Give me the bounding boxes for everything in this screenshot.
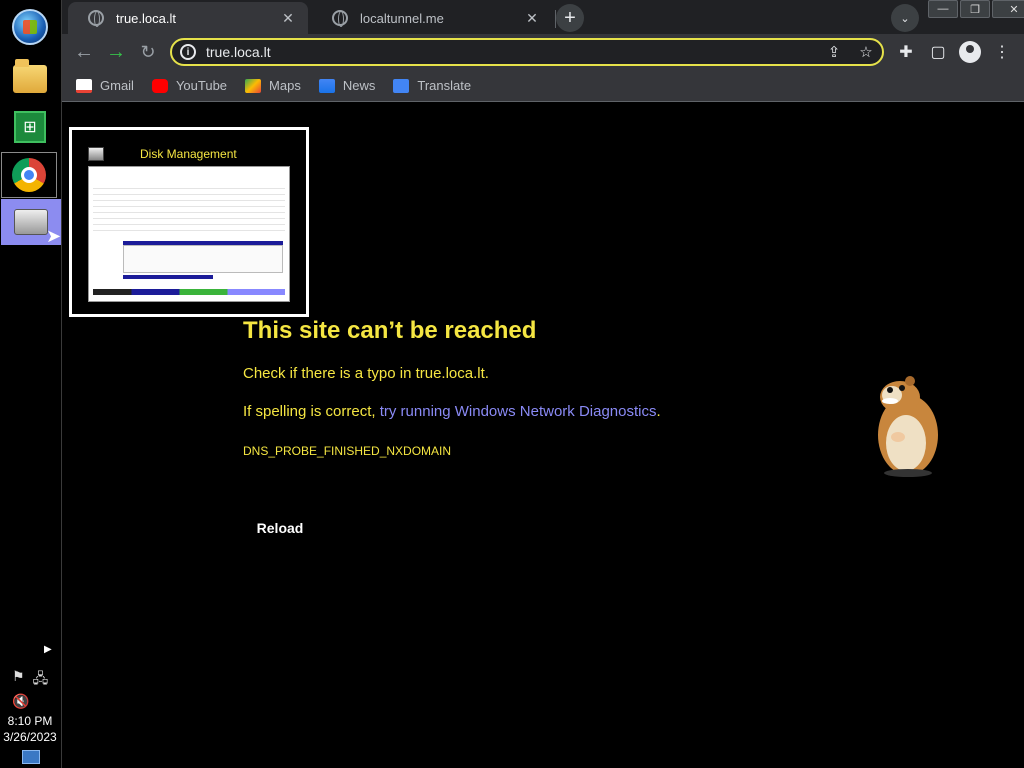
diagnostics-suffix: . — [656, 403, 661, 420]
taskbar-store[interactable]: ⊞ — [0, 104, 60, 150]
taskbar: ⊞ ➤ ▶ ⚑ 🖧 🔇 8:10 PM 3/26/2023 — [0, 0, 62, 768]
tab-true-loca-lt[interactable]: true.loca.lt ✕ — [68, 2, 308, 34]
globe-icon — [332, 10, 348, 27]
reload-page-button[interactable]: Reload — [245, 513, 315, 543]
youtube-icon — [151, 78, 168, 93]
volume-muted-icon[interactable]: 🔇 — [12, 693, 29, 710]
reload-icon: ↻ — [140, 41, 156, 62]
chrome-icon — [12, 158, 46, 192]
bookmarks-bar: Gmail YouTube Maps News Translate — [62, 70, 1024, 102]
back-button[interactable]: ← — [70, 38, 98, 66]
hamster-mascot-icon — [878, 376, 938, 477]
tab-close-icon[interactable]: ✕ — [524, 10, 540, 27]
show-desktop-button[interactable] — [22, 750, 40, 764]
translate-icon — [393, 78, 410, 93]
profile-avatar[interactable] — [959, 41, 981, 63]
action-center-flag-icon[interactable]: ⚑ — [12, 668, 25, 692]
gmail-icon — [76, 78, 92, 93]
side-panel-icon[interactable]: ▢ — [927, 42, 949, 62]
network-diagnostics-link[interactable]: try running Windows Network Diagnostics — [380, 403, 657, 420]
disk-icon — [14, 209, 48, 235]
site-info-icon[interactable]: i — [180, 44, 196, 60]
bookmark-label: Maps — [269, 78, 301, 93]
network-icon[interactable]: 🖧 — [33, 668, 49, 692]
extensions-puzzle-icon[interactable]: ✚ — [895, 42, 917, 62]
bookmark-translate[interactable]: Translate — [393, 78, 471, 93]
bookmark-label: Translate — [417, 78, 472, 93]
tab-title: true.loca.lt — [116, 10, 176, 26]
share-icon[interactable]: ⇪ — [818, 43, 850, 61]
preview-screenshot — [88, 166, 290, 302]
error-suggestion-diagnostics: If spelling is correct, try running Wind… — [243, 403, 661, 420]
bookmark-maps[interactable]: Maps — [245, 78, 301, 93]
bookmark-label: News — [342, 78, 376, 93]
menu-kebab-icon[interactable]: ⋮ — [991, 42, 1013, 62]
new-tab-button[interactable]: + — [556, 4, 584, 32]
bookmark-youtube[interactable]: YouTube — [151, 78, 228, 93]
page-content: Disk Management This site can’t be reach… — [62, 103, 1024, 768]
maps-icon — [245, 78, 262, 93]
close-window-button[interactable]: ✕ — [992, 0, 1024, 18]
tab-title: localtunnel.me — [360, 10, 444, 26]
tab-localtunnel[interactable]: localtunnel.me ✕ — [312, 2, 552, 34]
disk-partitions — [123, 245, 283, 273]
diagnostics-prefix: If spelling is correct, — [243, 403, 380, 420]
taskbar-clock[interactable]: 8:10 PM 3/26/2023 — [0, 713, 60, 745]
cdrom-bar — [123, 275, 213, 279]
system-tray: ⚑ 🖧 — [12, 668, 48, 692]
volume-list — [93, 183, 285, 235]
tab-strip: true.loca.lt ✕ localtunnel.me ✕ + ⌄ — ❐ … — [62, 0, 1024, 34]
error-code: DNS_PROBE_FINISHED_NXDOMAIN — [243, 444, 452, 458]
start-button[interactable] — [0, 4, 60, 50]
error-title: This site can’t be reached — [243, 317, 537, 344]
error-suggestion-typo: Check if there is a typo in true.loca.lt… — [243, 365, 489, 382]
windows-orb-icon — [12, 9, 48, 45]
tab-search-button[interactable]: ⌄ — [891, 4, 919, 32]
tray-expand-icon[interactable]: ▶ — [44, 644, 52, 655]
folder-icon — [13, 59, 47, 93]
partition-legend — [93, 289, 285, 295]
clock-date: 3/26/2023 — [3, 730, 57, 744]
news-icon — [318, 78, 335, 93]
taskbar-file-explorer[interactable] — [0, 56, 60, 102]
taskbar-chrome[interactable] — [1, 152, 57, 198]
clock-time: 8:10 PM — [7, 714, 53, 728]
restore-button[interactable]: ❐ — [960, 0, 990, 18]
bookmark-label: YouTube — [175, 78, 228, 93]
address-bar[interactable]: i true.loca.lt ⇪ ☆ — [170, 38, 884, 66]
disk-management-preview[interactable]: Disk Management — [69, 127, 309, 317]
bookmark-label: Gmail — [100, 78, 134, 93]
tab-close-icon[interactable]: ✕ — [280, 10, 296, 27]
globe-icon — [88, 10, 104, 27]
browser-toolbar: ← → ↻ i true.loca.lt ⇪ ☆ ✚ ▢ ⋮ — [62, 34, 1024, 70]
bookmark-star-icon[interactable]: ☆ — [850, 43, 882, 61]
preview-title: Disk Management — [140, 147, 237, 161]
minimize-button[interactable]: — — [928, 0, 958, 18]
arrow-left-icon: ← — [74, 40, 94, 63]
disk-management-icon — [88, 147, 104, 161]
store-icon: ⊞ — [14, 111, 46, 143]
forward-button[interactable]: → — [102, 38, 130, 66]
reload-button[interactable]: ↻ — [134, 38, 162, 66]
mouse-cursor-icon: ➤ — [46, 226, 62, 246]
bookmark-gmail[interactable]: Gmail — [76, 78, 134, 93]
arrow-right-icon: → — [106, 40, 126, 63]
bookmark-news[interactable]: News — [318, 78, 376, 93]
address-text[interactable]: true.loca.lt — [206, 44, 818, 60]
window-controls: — ❐ ✕ — [928, 0, 1024, 18]
